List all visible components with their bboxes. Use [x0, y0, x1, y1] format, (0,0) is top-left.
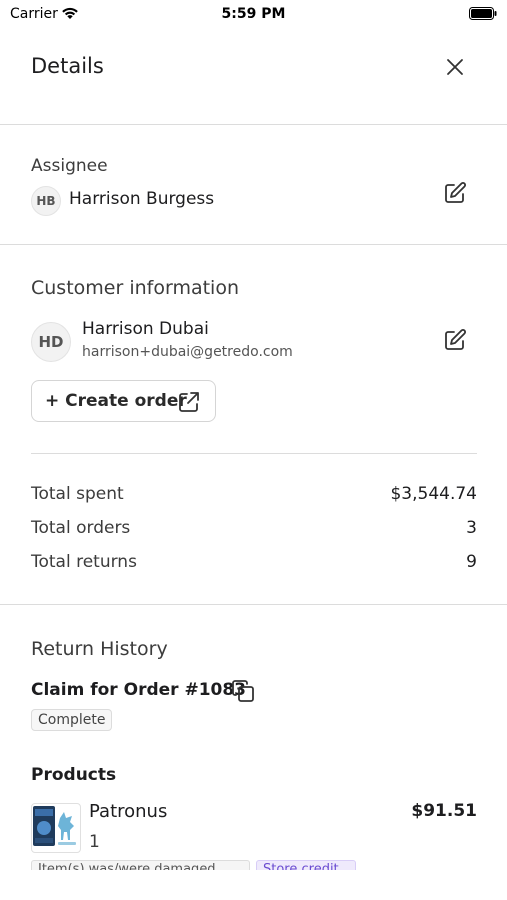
- copy-icon: [230, 680, 256, 708]
- customer-email: harrison+dubai@getredo.com: [82, 344, 293, 360]
- create-order-label: + Create order: [45, 391, 187, 411]
- stat-label: Total spent: [31, 484, 124, 504]
- customer-initials: HD: [38, 333, 64, 351]
- stat-value: $3,544.74: [390, 484, 477, 504]
- product-tags: Item(s) was/were damaged Store credit: [0, 858, 507, 870]
- customer-name: Harrison Dubai: [82, 319, 209, 339]
- page-title: Details: [31, 54, 104, 78]
- products-heading: Products: [31, 765, 117, 785]
- stat-row-total-returns: Total returns 9: [31, 552, 477, 576]
- edit-icon: [443, 328, 467, 356]
- copy-button[interactable]: [230, 678, 256, 704]
- edit-customer-button[interactable]: [441, 328, 469, 356]
- assignee-label: Assignee: [31, 156, 108, 176]
- stat-label: Total returns: [31, 552, 137, 572]
- status-bar: Carrier 5:59 PM: [0, 0, 507, 28]
- customer-avatar: HD: [31, 322, 71, 362]
- divider: [0, 244, 507, 245]
- product-quantity: 1: [89, 832, 100, 852]
- assignee-avatar: HB: [31, 186, 61, 216]
- divider: [0, 124, 507, 125]
- battery-icon: [469, 7, 497, 24]
- stat-label: Total orders: [31, 518, 131, 538]
- edit-assignee-button[interactable]: [441, 181, 469, 209]
- assignee-initials: HB: [36, 194, 56, 208]
- clock: 5:59 PM: [221, 6, 286, 22]
- claim-title[interactable]: Claim for Order #1083: [31, 680, 246, 700]
- assignee-name: Harrison Burgess: [69, 189, 215, 209]
- product-image: [31, 803, 81, 853]
- stat-value: 3: [466, 518, 477, 538]
- external-link-icon: [177, 390, 201, 419]
- product-name: Patronus: [89, 801, 168, 822]
- stat-row-total-orders: Total orders 3: [31, 518, 477, 542]
- stat-row-total-spent: Total spent $3,544.74: [31, 484, 477, 508]
- close-icon: [446, 58, 464, 80]
- create-order-button[interactable]: + Create order: [31, 380, 216, 422]
- divider: [31, 453, 477, 454]
- return-history-label: Return History: [31, 638, 168, 660]
- customer-info-label: Customer information: [31, 277, 239, 299]
- stat-value: 9: [466, 552, 477, 572]
- product-price: $91.51: [411, 801, 477, 821]
- compensation-tag: Store credit: [256, 860, 356, 870]
- return-reason-tag: Item(s) was/were damaged: [31, 860, 250, 870]
- divider: [0, 604, 507, 605]
- close-button[interactable]: [440, 54, 470, 84]
- status-badge: Complete: [31, 709, 113, 731]
- edit-icon: [443, 181, 467, 209]
